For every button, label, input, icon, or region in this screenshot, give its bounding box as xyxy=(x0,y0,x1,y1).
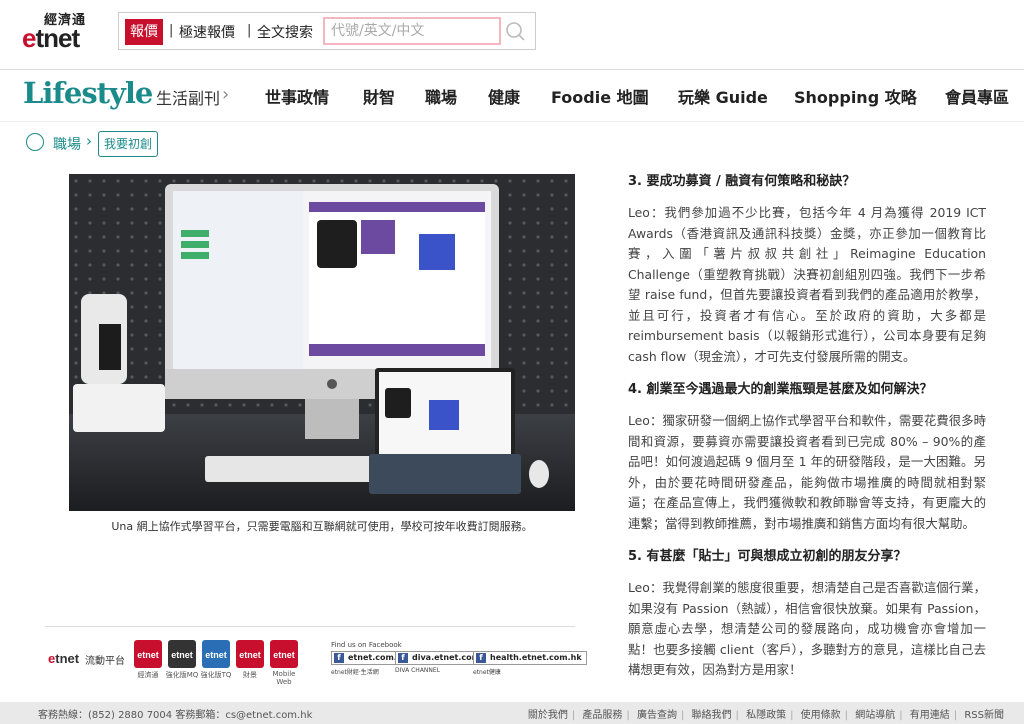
chevron-right-icon: › xyxy=(222,84,230,105)
breadcrumb-section[interactable]: 職場 xyxy=(53,134,81,154)
tab-quote[interactable]: 報價 xyxy=(125,19,163,45)
app-tq-icon[interactable]: etnet xyxy=(202,640,230,668)
section-nav: Lifestyle 生活副刊 › 世事政情 財智 職場 健康 Foodie 地圖… xyxy=(0,70,1024,122)
nav-item-health[interactable]: 健康 xyxy=(488,84,520,108)
app-mobile-web-icon[interactable]: etnet xyxy=(270,640,298,668)
site-footer: 客務熱線：(852) 2880 7004 客務郵箱：cs@etnet.com.h… xyxy=(0,702,1024,724)
customer-hotline: 客務熱線：(852) 2880 7004 客務郵箱：cs@etnet.com.h… xyxy=(38,710,313,721)
nav-item-finance[interactable]: 財智 xyxy=(363,84,395,108)
home-icon[interactable] xyxy=(26,133,44,151)
nav-item-play[interactable]: 玩樂 Guide xyxy=(678,84,768,108)
footer-link-useful[interactable]: 有用連結 xyxy=(910,710,950,721)
footer-link-privacy[interactable]: 私隱政策 xyxy=(746,710,786,721)
article-body: 3. 要成功募資 / 融資有何策略和秘訣？ Leo：我們參加過不少比賽，包括今年… xyxy=(628,172,986,694)
photo-caption: Una 網上協作式學習平台，只需要電腦和互聯網就可使用，學校可按年收費訂閱服務。 xyxy=(111,520,533,533)
search-input[interactable] xyxy=(323,17,501,45)
nav-item-politics[interactable]: 世事政情 xyxy=(265,84,329,108)
etnet-small-logo: etnet xyxy=(48,651,80,666)
app-label: Mobile Web xyxy=(272,670,296,686)
nav-item-foodie[interactable]: Foodie 地圖 xyxy=(551,84,649,108)
footer-links: 關於我們 | 產品服務 | 廣告查詢 | 聯絡我們 | 私隱政策 | 使用條款 | 網站導航… xyxy=(527,710,1004,721)
search-icon[interactable] xyxy=(503,20,529,44)
tab-divider: | xyxy=(169,23,174,38)
breadcrumb-chevron-icon: › xyxy=(86,132,92,150)
facebook-link-caption: etnet健康 xyxy=(473,669,501,676)
footer-link-about[interactable]: 關於我們 xyxy=(528,710,568,721)
quote-search-box: 報價 | 極速報價 | 全文搜索 xyxy=(118,12,536,50)
breadcrumb-tag[interactable]: 我要初創 xyxy=(98,131,158,157)
footer-link-products[interactable]: 產品服務 xyxy=(582,710,622,721)
footer-link-ads[interactable]: 廣告查詢 xyxy=(637,710,677,721)
tab-fulltext-search[interactable]: 全文搜索 xyxy=(257,22,313,42)
facebook-icon: f xyxy=(476,653,486,663)
lifestyle-logo[interactable]: Lifestyle xyxy=(23,76,153,110)
nav-item-career[interactable]: 職場 xyxy=(425,84,457,108)
tab-divider: | xyxy=(247,23,252,38)
top-header: 經濟通 etnet 報價 | 極速報價 | 全文搜索 xyxy=(0,0,1024,70)
question-3: 3. 要成功募資 / 融資有何策略和秘訣？ xyxy=(628,174,856,189)
answer-5: Leo：我覺得創業的態度很重要，想清楚自己是否喜歡這個行業，如果沒有 Passi… xyxy=(628,580,986,677)
app-caijing-icon[interactable]: etnet xyxy=(236,640,264,668)
facebook-link-caption: etnet財經‧生活網 xyxy=(331,669,379,676)
mobile-platform-label: 流動平台 xyxy=(85,656,125,667)
logo-wordmark: etnet xyxy=(22,23,80,53)
answer-4: Leo：獨家研發一個網上協作式學習平台和軟件，需要花費很多時間和資源，要募資亦需… xyxy=(628,413,986,531)
app-mq-icon[interactable]: etnet xyxy=(168,640,196,668)
footer-link-contact[interactable]: 聯絡我們 xyxy=(692,710,732,721)
facebook-title: Find us on Facebook xyxy=(331,641,402,649)
article-photo xyxy=(69,174,575,511)
footer-link-rss[interactable]: RSS新聞 xyxy=(964,710,1004,721)
facebook-link-health[interactable]: f health.etnet.com.hk xyxy=(473,651,587,665)
question-5: 5. 有甚麼「貼士」可與想成立初創的朋友分享？ xyxy=(628,549,907,564)
footer-link-terms[interactable]: 使用條款 xyxy=(801,710,841,721)
etnet-logo[interactable]: 經濟通 etnet xyxy=(22,9,96,53)
app-etnet-icon[interactable]: etnet xyxy=(134,640,162,668)
nav-item-shopping[interactable]: Shopping 攻略 xyxy=(794,84,917,108)
footer-link-sitemap[interactable]: 網站導航 xyxy=(855,710,895,721)
tab-realtime-quote[interactable]: 極速報價 xyxy=(179,22,235,42)
facebook-icon: f xyxy=(398,653,408,663)
question-4: 4. 創業至今遇過最大的創業瓶頸是甚麼及如何解決？ xyxy=(628,382,933,397)
lifestyle-subtitle: 生活副刊 xyxy=(156,89,221,108)
footer-divider xyxy=(45,626,575,627)
facebook-icon: f xyxy=(334,653,344,663)
answer-3: Leo：我們參加過不少比賽，包括今年 4 月為獲得 2019 ICT Award… xyxy=(628,205,986,364)
facebook-link-caption: DIVA CHANNEL xyxy=(395,667,441,674)
nav-item-members[interactable]: 會員專區 xyxy=(945,84,1009,108)
